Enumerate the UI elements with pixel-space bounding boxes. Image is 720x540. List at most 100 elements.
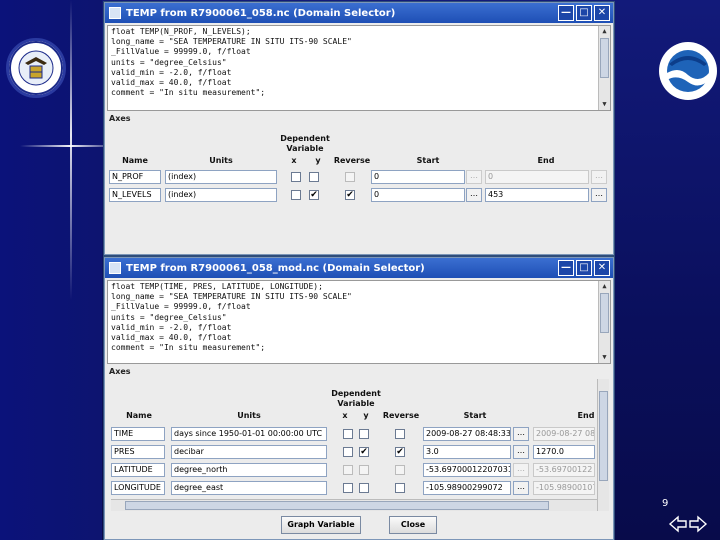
end-field[interactable]: 1270.0 [533,445,595,459]
units-header: Units [209,156,233,165]
reverse-header: Reverse [382,411,420,420]
x-checkbox[interactable] [343,429,353,439]
scroll-thumb[interactable] [125,501,549,510]
metadata-scrollbar[interactable]: ▲ ▼ [598,281,610,363]
reverse-header: Reverse [333,156,371,165]
close-icon[interactable]: ✕ [594,5,610,21]
graph-variable-button[interactable]: Graph Variable [281,516,361,534]
scroll-down-icon[interactable]: ▼ [599,99,610,110]
start-picker-button[interactable]: … [513,481,529,495]
axis-name-field[interactable]: N_PROF [109,170,161,184]
dependent-variable-header: Dependent Variable [280,134,330,153]
name-header: Name [122,156,148,165]
reverse-checkbox[interactable] [345,172,355,182]
start-picker-button[interactable]: … [513,463,529,477]
x-checkbox[interactable] [343,465,353,475]
start-field[interactable]: -105.98900299072 [423,481,511,495]
axis-name-field[interactable]: N_LEVELS [109,188,161,202]
start-field[interactable]: 0 [371,188,465,202]
x-checkbox[interactable] [291,172,301,182]
reverse-checkbox[interactable] [395,465,405,475]
scroll-thumb[interactable] [600,38,609,78]
variable-metadata-text[interactable]: float TEMP(N_PROF, N_LEVELS); long_name … [107,25,611,111]
end-field[interactable]: -105.989001071 [533,481,595,495]
sparkle-vertical [70,0,72,300]
slide-page-number: 9 [662,498,669,509]
metadata-line: long_name = "SEA TEMPERATURE IN SITU ITS… [111,37,352,47]
metadata-line: units = "degree_Celsius" [111,312,227,322]
end-field[interactable]: -53.69700122 [533,463,595,477]
y-checkbox[interactable] [309,172,319,182]
y-checkbox[interactable]: ✔ [309,190,319,200]
axis-units-field[interactable]: decibar [171,445,327,459]
metadata-scrollbar[interactable]: ▲ ▼ [598,26,610,110]
x-header: x [342,411,348,420]
reverse-checkbox[interactable]: ✔ [345,190,355,200]
start-header: Start [463,411,487,420]
y-checkbox[interactable] [359,429,369,439]
scroll-down-icon[interactable]: ▼ [599,352,610,363]
minimize-icon[interactable]: — [558,260,574,276]
axes-horizontal-scrollbar[interactable] [111,499,597,511]
axis-units-field[interactable]: days since 1950-01-01 00:00:00 UTC [171,427,327,441]
dependent-variable-header: Dependent Variable [331,389,381,408]
y-checkbox[interactable]: ✔ [359,447,369,457]
end-picker-button[interactable]: … [591,170,607,184]
reverse-checkbox[interactable] [395,483,405,493]
start-picker-button[interactable]: … [513,427,529,441]
java-app-icon [109,262,121,274]
minimize-icon[interactable]: — [558,5,574,21]
metadata-line: comment = "In situ measurement"; [111,88,266,98]
x-checkbox[interactable] [343,447,353,457]
reverse-checkbox[interactable]: ✔ [395,447,405,457]
scroll-thumb[interactable] [600,293,609,333]
y-header: y [315,156,321,165]
close-icon[interactable]: ✕ [594,260,610,276]
window-1-titlebar[interactable]: TEMP from R7900061_058.nc (Domain Select… [105,3,613,23]
axis-name-field[interactable]: TIME [111,427,165,441]
start-picker-button[interactable]: … [466,170,482,184]
start-field[interactable]: 3.0 [423,445,511,459]
metadata-line: float TEMP(TIME, PRES, LATITUDE, LONGITU… [111,282,323,291]
axis-name-field[interactable]: LONGITUDE [111,481,165,495]
axis-units-field[interactable]: (index) [165,170,277,184]
end-picker-button[interactable]: … [591,188,607,202]
navigation-arrows-icon[interactable] [668,514,708,534]
y-header: y [363,411,369,420]
start-header: Start [416,156,440,165]
scroll-up-icon[interactable]: ▲ [599,281,610,292]
window-2-titlebar[interactable]: TEMP from R7900061_058_mod.nc (Domain Se… [105,258,613,278]
axis-name-field[interactable]: PRES [111,445,165,459]
name-header: Name [126,411,152,420]
x-checkbox[interactable] [291,190,301,200]
noaa-logo [659,42,717,100]
start-field[interactable]: 2009-08-27 08:48:33 [423,427,511,441]
axes-vertical-scrollbar[interactable] [597,379,609,511]
axis-units-field[interactable]: degree_east [171,481,327,495]
metadata-line: comment = "In situ measurement"; [111,343,266,353]
maximize-icon[interactable]: □ [576,260,592,276]
start-field[interactable]: 0 [371,170,465,184]
start-picker-button[interactable]: … [466,188,482,202]
y-checkbox[interactable] [359,465,369,475]
scroll-up-icon[interactable]: ▲ [599,26,610,37]
close-button[interactable]: Close [389,516,437,534]
start-field[interactable]: -53.69700012207031 [423,463,511,477]
y-checkbox[interactable] [359,483,369,493]
units-header: Units [237,411,261,420]
axis-units-field[interactable]: degree_north [171,463,327,477]
end-field[interactable]: 2009-08-27 08 [533,427,595,441]
metadata-line: valid_min = -2.0, f/float [111,322,232,332]
maximize-icon[interactable]: □ [576,5,592,21]
start-picker-button[interactable]: … [513,445,529,459]
axis-name-field[interactable]: LATITUDE [111,463,165,477]
x-checkbox[interactable] [343,483,353,493]
metadata-line: _FillValue = 99999.0, f/float [111,302,251,312]
metadata-line: long_name = "SEA TEMPERATURE IN SITU ITS… [111,292,352,302]
end-field[interactable]: 0 [485,170,589,184]
scroll-thumb[interactable] [599,391,608,481]
variable-metadata-text[interactable]: float TEMP(TIME, PRES, LATITUDE, LONGITU… [107,280,611,364]
end-field[interactable]: 453 [485,188,589,202]
reverse-checkbox[interactable] [395,429,405,439]
axis-units-field[interactable]: (index) [165,188,277,202]
